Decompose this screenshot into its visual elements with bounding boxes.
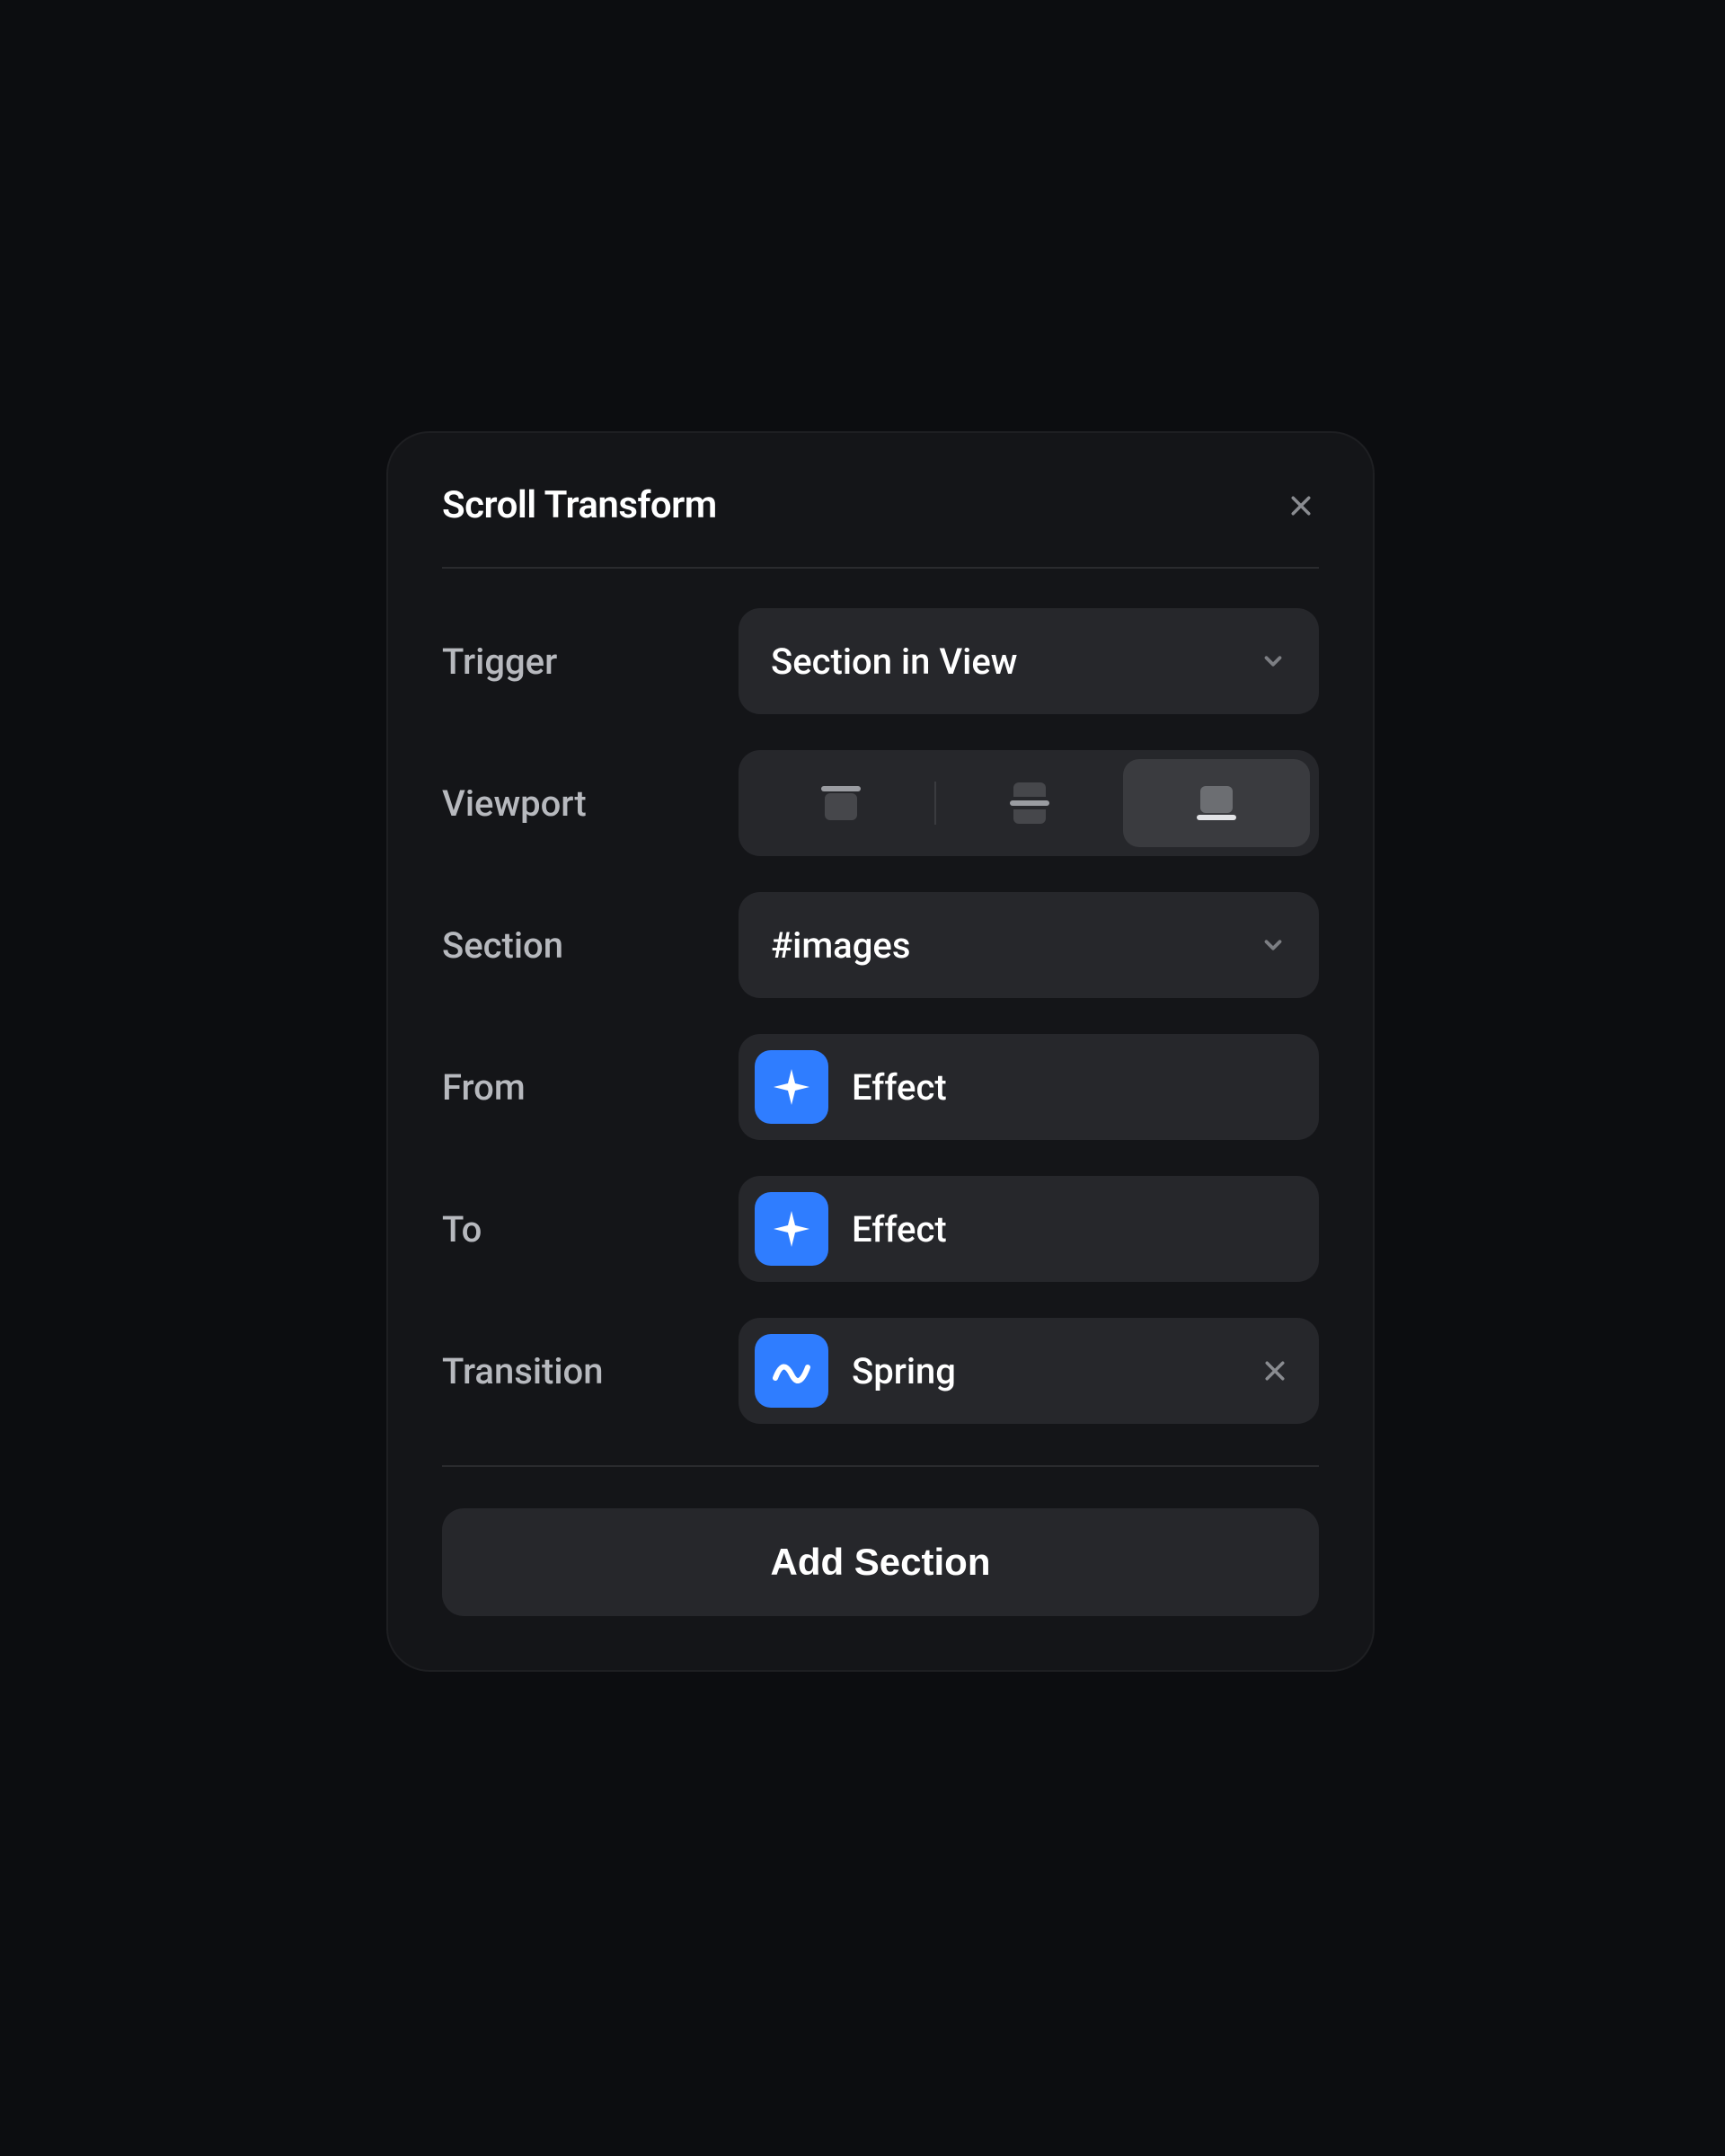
viewport-top-icon [816, 778, 866, 828]
add-section-button[interactable]: Add Section [442, 1508, 1319, 1616]
to-effect-label: Effect [852, 1208, 1303, 1250]
viewport-top-option[interactable] [748, 759, 934, 847]
wave-icon [755, 1334, 828, 1408]
close-icon [1287, 492, 1314, 519]
sparkle-icon [755, 1050, 828, 1124]
viewport-middle-icon [1004, 778, 1055, 828]
footer-divider [442, 1465, 1319, 1467]
from-effect-button[interactable]: Effect [739, 1034, 1319, 1140]
scroll-transform-panel: Scroll Transform Trigger Section in View [386, 431, 1375, 1672]
chevron-down-icon [1260, 648, 1287, 675]
close-button[interactable] [1283, 488, 1319, 524]
section-select[interactable]: #images [739, 892, 1319, 998]
transition-remove-button[interactable] [1261, 1357, 1288, 1384]
label-section: Section [442, 924, 739, 967]
viewport-bottom-icon [1191, 778, 1242, 828]
from-effect-label: Effect [852, 1066, 1303, 1109]
row-from: From Effect [442, 1034, 1319, 1140]
row-to: To Effect [442, 1176, 1319, 1282]
label-viewport: Viewport [442, 782, 739, 825]
viewport-middle-option[interactable] [936, 759, 1123, 847]
row-trigger: Trigger Section in View [442, 608, 1319, 714]
label-trigger: Trigger [442, 641, 739, 683]
section-value: #images [771, 924, 910, 967]
row-transition: Transition Spring [442, 1318, 1319, 1424]
trigger-value: Section in View [771, 641, 1017, 683]
trigger-select[interactable]: Section in View [739, 608, 1319, 714]
row-viewport: Viewport [442, 750, 1319, 856]
label-transition: Transition [442, 1350, 739, 1392]
transition-label: Spring [852, 1350, 1238, 1392]
label-from: From [442, 1066, 739, 1109]
panel-header: Scroll Transform [442, 483, 1319, 569]
row-section: Section #images [442, 892, 1319, 998]
chevron-down-icon [1260, 932, 1287, 959]
label-to: To [442, 1208, 739, 1250]
viewport-segmented [739, 750, 1319, 856]
viewport-bottom-option[interactable] [1123, 759, 1310, 847]
panel-title: Scroll Transform [442, 483, 717, 527]
transition-button[interactable]: Spring [739, 1318, 1319, 1424]
to-effect-button[interactable]: Effect [739, 1176, 1319, 1282]
sparkle-icon [755, 1192, 828, 1266]
